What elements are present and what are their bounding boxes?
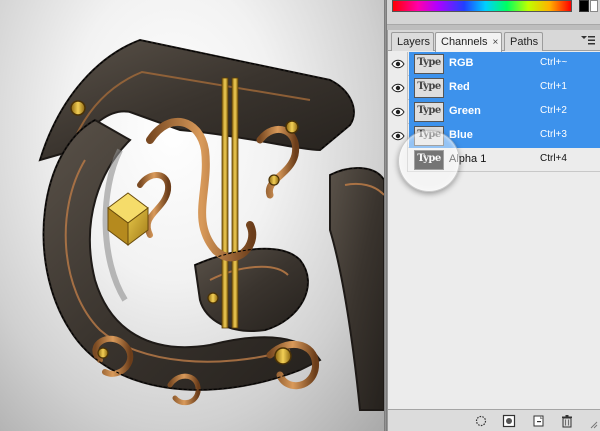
panel-menu-icon[interactable] — [580, 35, 596, 47]
channel-thumbnail: Type — [414, 150, 444, 170]
visibility-toggle[interactable] — [388, 52, 408, 76]
artwork-ornate-letter — [38, 38, 384, 411]
visibility-toggle[interactable] — [388, 76, 408, 100]
channel-row-blue[interactable]: Type Blue Ctrl+3 — [388, 124, 600, 148]
color-panel — [387, 0, 600, 24]
channels-footer — [388, 409, 600, 431]
new-channel-icon[interactable] — [532, 414, 546, 428]
tab-label: Paths — [510, 36, 539, 48]
channel-body[interactable]: Type Red Ctrl+1 — [409, 76, 600, 100]
channel-row-rgb[interactable]: Type RGB Ctrl+~ — [388, 52, 600, 76]
tab-layers[interactable]: Layers — [391, 32, 434, 51]
channel-row-red[interactable]: Type Red Ctrl+1 — [388, 76, 600, 100]
resize-grip-icon[interactable] — [590, 421, 598, 429]
delete-channel-icon[interactable] — [560, 414, 574, 428]
load-selection-icon[interactable] — [474, 414, 488, 428]
channel-list: Type RGB Ctrl+~ Type Red Ctrl+1 Type Gre… — [388, 52, 600, 172]
channel-body[interactable]: Type Blue Ctrl+3 — [409, 124, 600, 148]
channel-body[interactable]: Type Green Ctrl+2 — [409, 100, 600, 124]
tab-channels[interactable]: Channels × — [435, 32, 502, 52]
eye-icon — [391, 107, 405, 117]
tab-label: Layers — [397, 36, 431, 48]
channel-shortcut: Ctrl+1 — [540, 81, 567, 92]
right-panel-dock: Layers Channels × Paths Type RGB Ctrl+~ … — [387, 0, 600, 431]
channel-name: Red — [449, 81, 470, 93]
tab-close-icon[interactable]: × — [493, 37, 499, 48]
save-selection-icon[interactable] — [502, 414, 516, 428]
document-canvas[interactable] — [0, 0, 384, 431]
channel-name: Blue — [449, 129, 473, 141]
eye-icon — [391, 83, 405, 93]
channel-shortcut: Ctrl+4 — [540, 153, 567, 164]
channel-name: RGB — [449, 57, 474, 69]
channel-body[interactable]: Type RGB Ctrl+~ — [409, 52, 600, 76]
channel-body[interactable]: Type Alpha 1 Ctrl+4 — [409, 148, 600, 172]
channel-thumbnail: Type — [414, 102, 444, 122]
channel-thumbnail: Type — [414, 126, 444, 146]
channel-row-green[interactable]: Type Green Ctrl+2 — [388, 100, 600, 124]
white-swatch[interactable] — [590, 0, 598, 12]
channels-panel: Layers Channels × Paths Type RGB Ctrl+~ … — [387, 30, 600, 431]
channel-name: Alpha 1 — [449, 153, 487, 165]
channel-name: Green — [449, 105, 481, 117]
visibility-toggle[interactable] — [388, 148, 408, 172]
eye-icon — [391, 131, 405, 141]
visibility-toggle[interactable] — [388, 100, 408, 124]
visibility-toggle[interactable] — [388, 124, 408, 148]
tab-label: Channels — [441, 36, 488, 48]
channel-shortcut: Ctrl+~ — [540, 57, 568, 68]
channel-shortcut: Ctrl+3 — [540, 129, 567, 140]
channel-row-alpha-1[interactable]: Type Alpha 1 Ctrl+4 — [388, 148, 600, 172]
channel-thumbnail: Type — [414, 78, 444, 98]
panel-tab-strip: Layers Channels × Paths — [388, 30, 600, 52]
eye-icon — [391, 59, 405, 69]
tab-paths[interactable]: Paths — [504, 32, 543, 51]
channel-shortcut: Ctrl+2 — [540, 105, 567, 116]
color-spectrum-bar[interactable] — [392, 0, 572, 12]
black-swatch[interactable] — [579, 0, 589, 12]
channel-thumbnail: Type — [414, 54, 444, 74]
